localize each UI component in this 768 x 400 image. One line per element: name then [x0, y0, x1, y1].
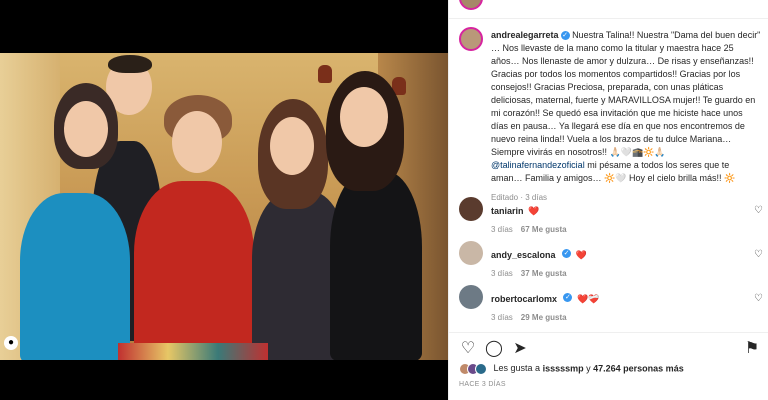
post-actions: ♡ ◯ ➤ ⚑ — [449, 332, 768, 362]
likes-middle: y — [586, 363, 591, 374]
comment-time: 3 días — [491, 313, 513, 322]
save-icon[interactable]: ⚑ — [743, 340, 761, 358]
post-side-panel: andrealegarreta ✓ Nuestra Talina!! Nuestr… — [448, 0, 768, 400]
heart-emoji: ❤️ — [575, 250, 587, 260]
author-avatar[interactable] — [459, 27, 483, 51]
likes-summary[interactable]: Les gusta a isssssmp y 47.264 personas m… — [459, 363, 759, 379]
post-time-ago: HACE 3 DÍAS — [459, 381, 506, 388]
comment-likes[interactable]: 37 Me gusta — [521, 269, 567, 278]
comment-icon[interactable]: ◯ — [485, 340, 503, 358]
commenter-avatar[interactable] — [459, 241, 483, 265]
photo-decor — [318, 65, 332, 83]
person-head — [270, 117, 314, 175]
person-figure — [20, 193, 130, 360]
person-head — [172, 111, 222, 173]
header-avatar[interactable] — [459, 0, 483, 10]
post-photo — [0, 53, 448, 360]
person-hair — [108, 55, 152, 73]
author-handle[interactable]: andrealegarreta — [491, 30, 559, 40]
verified-icon: ✓ — [562, 249, 571, 259]
comment-likes[interactable]: 67 Me gusta — [521, 225, 567, 234]
likes-user[interactable]: isssssmp — [543, 363, 584, 373]
mending-heart-emoji: ❤️‍🩹 — [588, 294, 600, 304]
like-icon[interactable]: ♡ — [459, 340, 477, 358]
like-comment-icon[interactable]: ♡ — [754, 249, 763, 260]
comment-row: taniarin ❤️ 3 días 67 Me gusta ♡ — [449, 197, 768, 235]
comment-likes[interactable]: 29 Me gusta — [521, 313, 567, 322]
commenter-handle[interactable]: taniarin — [491, 206, 524, 216]
comment-time: 3 días — [491, 269, 513, 278]
mention-link[interactable]: @talinafernandezoficial — [491, 160, 585, 170]
commenter-avatar[interactable] — [459, 197, 483, 221]
post-media[interactable]: ● — [0, 0, 448, 400]
person-figure — [134, 181, 254, 360]
likes-count[interactable]: 47.264 personas más — [593, 363, 684, 373]
caption-body: Nuestra Talina!! Nuestra "Dama del buen … — [491, 30, 761, 157]
verified-icon: ✓ — [560, 31, 570, 41]
like-comment-icon[interactable]: ♡ — [754, 205, 763, 216]
commenter-avatar[interactable] — [459, 285, 483, 309]
verified-icon: ✓ — [563, 293, 573, 303]
person-head — [64, 101, 108, 157]
post-header-partial — [449, 0, 768, 10]
comment-row: andy_escalona ✓ ❤️ 3 días 37 Me gusta ♡ — [449, 241, 768, 279]
likes-prefix: Les gusta a — [493, 363, 541, 374]
caption-row: andrealegarreta ✓ Nuestra Talina!! Nuestr… — [449, 27, 768, 202]
photo-table — [118, 343, 268, 360]
like-comment-icon[interactable]: ♡ — [754, 293, 763, 304]
heart-emoji: ❤️ — [576, 294, 589, 304]
heart-emoji: ❤️ — [527, 206, 540, 216]
person-head — [340, 87, 388, 147]
commenter-handle[interactable]: robertocarlomx — [491, 294, 557, 304]
user-tag-icon[interactable]: ● — [4, 336, 18, 350]
comment-time: 3 días — [491, 225, 513, 234]
caption-text: andrealegarreta ✓ Nuestra Talina!! Nuestr… — [491, 29, 761, 204]
commenter-handle[interactable]: andy_escalona — [491, 250, 556, 260]
comment-row: robertocarlomx ✓ ❤️❤️‍🩹 3 días 29 Me gust… — [449, 285, 768, 323]
person-figure — [330, 171, 422, 360]
liker-avatar — [475, 363, 487, 375]
comments-section[interactable]: andrealegarreta ✓ Nuestra Talina!! Nuestr… — [449, 18, 768, 323]
share-icon[interactable]: ➤ — [511, 340, 529, 358]
